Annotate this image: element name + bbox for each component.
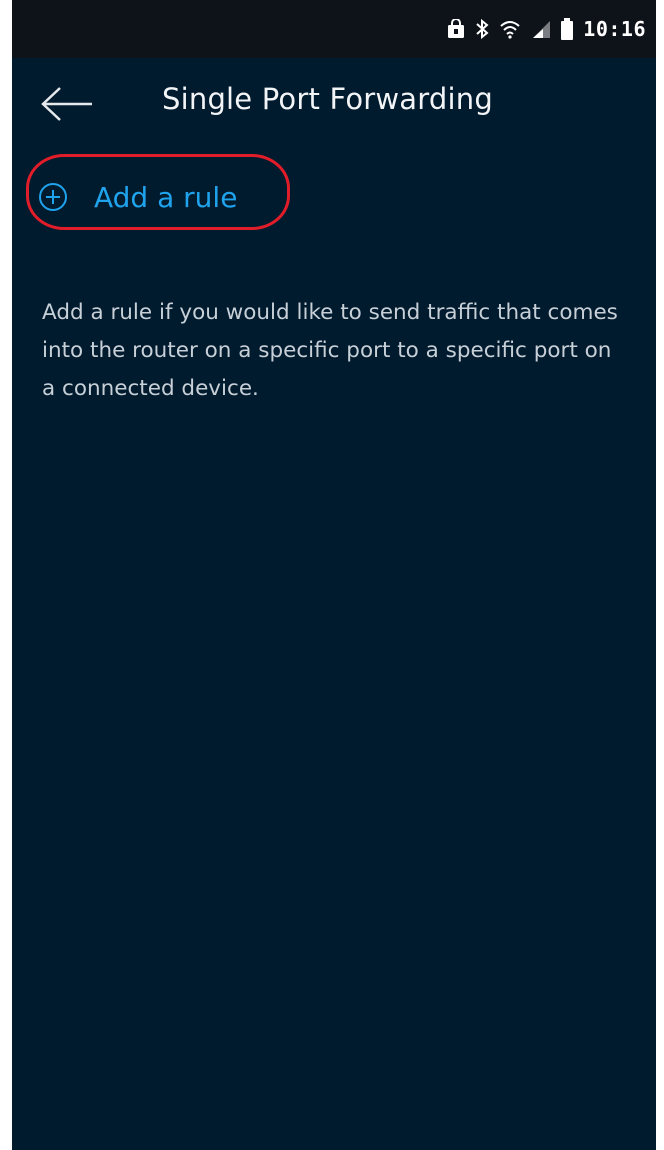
wifi-icon bbox=[499, 19, 521, 39]
add-rule-button[interactable]: Add a rule bbox=[38, 170, 237, 224]
status-icons: 10:16 bbox=[447, 14, 646, 44]
page-title: Single Port Forwarding bbox=[162, 82, 493, 116]
add-rule-label[interactable]: Add a rule bbox=[94, 181, 237, 214]
phone-screen: 10:16 Single Port Forwarding Add a rule … bbox=[12, 0, 656, 1150]
lock-icon bbox=[447, 19, 465, 39]
description-text: Add a rule if you would like to send tra… bbox=[42, 300, 618, 401]
app-header: Single Port Forwarding bbox=[12, 58, 656, 146]
battery-icon bbox=[561, 18, 574, 40]
signal-icon bbox=[531, 19, 551, 39]
bluetooth-icon bbox=[475, 18, 489, 40]
plus-circle-icon[interactable] bbox=[38, 182, 68, 212]
back-button[interactable] bbox=[40, 84, 96, 124]
back-arrow-icon[interactable] bbox=[40, 84, 96, 124]
status-time: 10:16 bbox=[583, 17, 646, 41]
status-bar: 10:16 bbox=[12, 0, 656, 58]
